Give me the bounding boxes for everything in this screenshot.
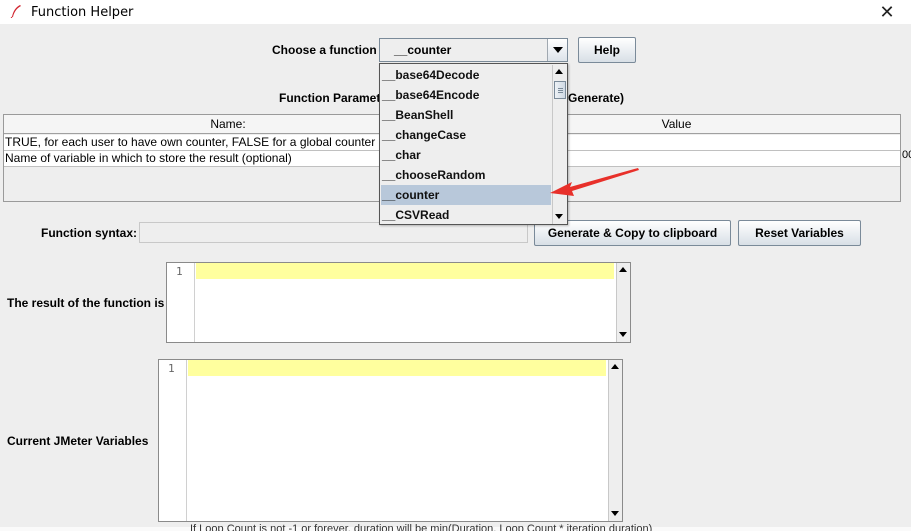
arrow-down-icon xyxy=(619,332,627,337)
choose-function-label: Choose a function xyxy=(272,43,377,57)
close-button[interactable]: ✕ xyxy=(873,0,901,24)
scroll-down-button[interactable] xyxy=(609,507,622,521)
variables-label: Current JMeter Variables xyxy=(7,434,149,448)
arrow-up-icon xyxy=(611,364,619,369)
window-title: Function Helper xyxy=(31,5,134,20)
line-number-gutter: 1 xyxy=(167,263,195,342)
background-window-text: If Loop Count is not -1 or forever, dura… xyxy=(190,523,653,531)
scroll-down-button[interactable] xyxy=(617,328,630,342)
help-button[interactable]: Help xyxy=(578,37,636,63)
dropdown-item[interactable]: __BeanShell xyxy=(381,105,551,125)
arrow-up-icon xyxy=(555,69,563,74)
scroll-up-button[interactable] xyxy=(609,360,622,374)
line-number: 1 xyxy=(168,362,175,375)
red-annotation-arrow-icon xyxy=(550,168,639,196)
line-number: 1 xyxy=(176,265,183,278)
current-line-highlight xyxy=(196,263,614,279)
result-label: The result of the function is xyxy=(7,296,165,310)
variables-scrollbar[interactable] xyxy=(608,360,622,521)
result-scrollbar[interactable] xyxy=(616,263,630,342)
result-text-area[interactable]: 1 xyxy=(166,262,631,343)
dropdown-item[interactable]: __base64Encode xyxy=(381,85,551,105)
feather-icon xyxy=(10,5,21,18)
function-combobox-value: __counter xyxy=(394,43,452,57)
function-parameters-label: Function Paramet xyxy=(279,91,381,105)
arrow-down-icon xyxy=(555,214,563,219)
function-syntax-field[interactable] xyxy=(139,222,528,243)
scroll-up-button[interactable] xyxy=(553,65,566,79)
function-syntax-label: Function syntax: xyxy=(41,226,138,240)
scroll-up-button[interactable] xyxy=(617,263,630,277)
arrow-up-icon xyxy=(619,267,627,272)
dropdown-item-selected[interactable]: __counter xyxy=(381,185,551,205)
current-line-highlight xyxy=(188,360,606,376)
function-helper-window: Function Helper ✕ Choose a function __co… xyxy=(0,0,911,531)
line-number-gutter: 1 xyxy=(159,360,187,521)
chevron-down-icon xyxy=(553,47,563,53)
dropdown-item[interactable]: __chooseRandom xyxy=(381,165,551,185)
dropdown-item[interactable]: __base64Decode xyxy=(381,65,551,85)
combobox-arrow-button[interactable] xyxy=(547,39,567,61)
arrow-down-icon xyxy=(611,511,619,516)
edge-fragment-text: 00 xyxy=(902,149,911,161)
scroll-down-button[interactable] xyxy=(553,210,566,224)
function-combobox[interactable]: __counter xyxy=(379,38,568,62)
title-bar: Function Helper ✕ xyxy=(0,0,911,24)
scroll-thumb[interactable] xyxy=(554,81,566,99)
variables-text-area[interactable]: 1 xyxy=(158,359,623,522)
function-dropdown-list[interactable]: __base64Decode __base64Encode __BeanShel… xyxy=(379,63,568,225)
dropdown-item[interactable]: __CSVRead xyxy=(381,205,551,225)
dropdown-item[interactable]: __char xyxy=(381,145,551,165)
function-parameters-label-tail: Generate) xyxy=(568,91,625,105)
dropdown-item[interactable]: __changeCase xyxy=(381,125,551,145)
reset-variables-button[interactable]: Reset Variables xyxy=(738,220,861,246)
